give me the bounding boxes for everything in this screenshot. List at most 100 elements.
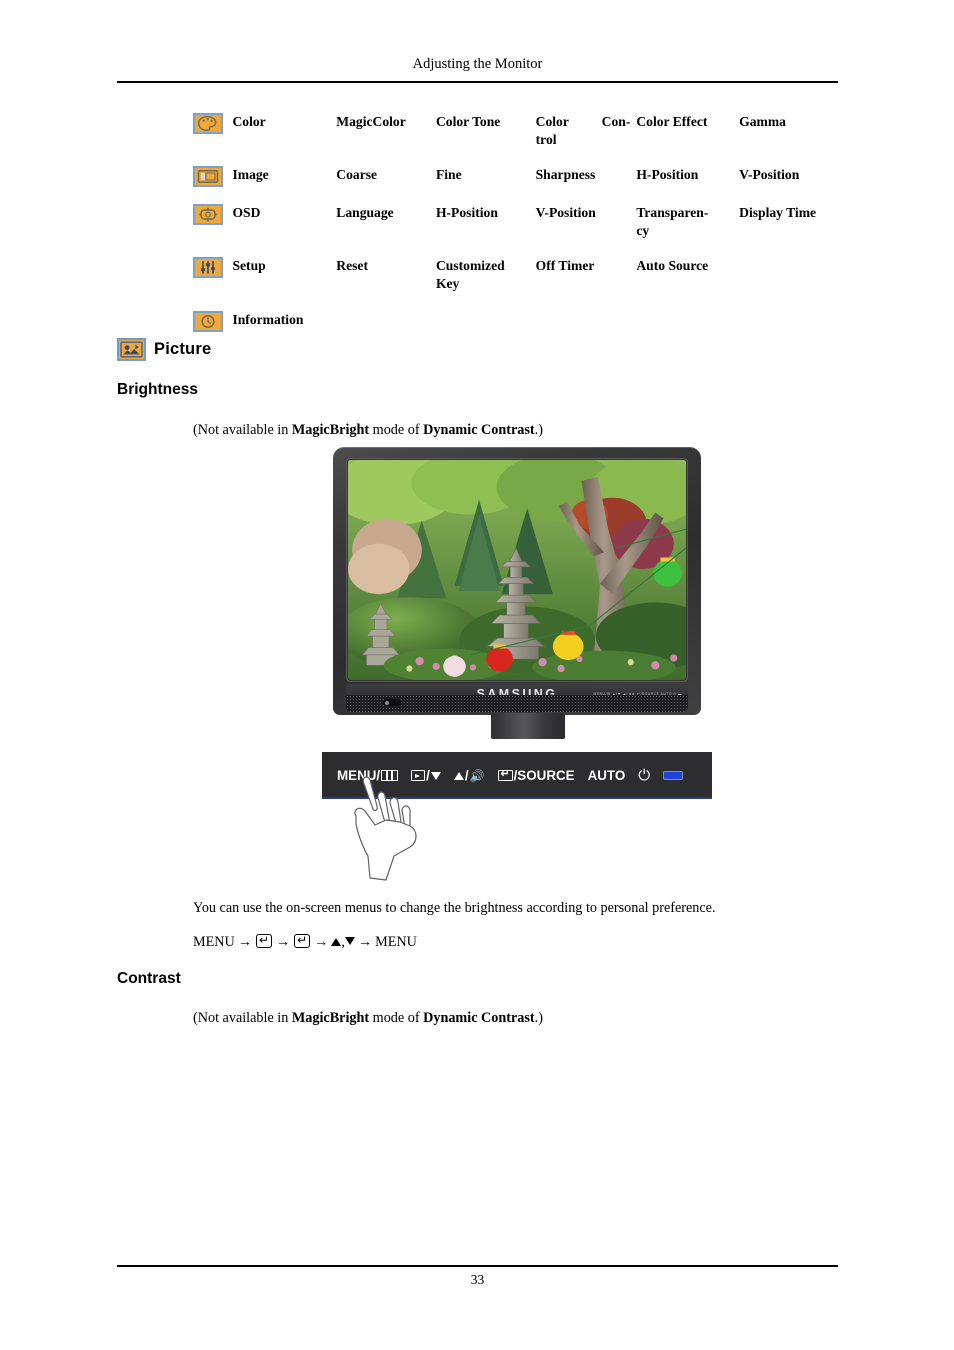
table-row: Color MagicColor Color Tone Color Con- t…: [193, 113, 843, 166]
menu-row-label: Image: [232, 167, 269, 183]
menu-item-line: cy: [636, 223, 650, 239]
running-head: Adjusting the Monitor: [412, 56, 543, 72]
menu-summary-table: Color MagicColor Color Tone Color Con- t…: [193, 113, 843, 349]
menu-item: H-Position: [435, 205, 498, 221]
menu-row-label: Setup: [232, 258, 266, 274]
menu-item-empty: [739, 257, 843, 310]
menu-row-label: OSD: [232, 205, 261, 221]
brightness-heading: Brightness: [117, 381, 198, 398]
garden-photo: [348, 460, 686, 680]
menu-navigation-path: MENU→→→,→MENU: [193, 932, 417, 953]
menu-item-empty: [739, 311, 843, 349]
enter-key-icon: [255, 933, 272, 948]
header-rule: [117, 81, 838, 83]
menu-item: Coarse: [336, 167, 378, 183]
note-prefix: (Not available in: [193, 422, 292, 438]
note-prefix: (Not available in: [193, 1010, 292, 1026]
monitor-stand-neck: [491, 713, 565, 739]
table-row: Setup Reset Customized Key Off Timer Aut…: [193, 257, 843, 310]
down-arrow-icon: [344, 937, 355, 945]
path-end: MENU: [375, 934, 417, 950]
volume-up-button[interactable]: / 🔊: [453, 768, 485, 783]
table-row: Information: [193, 310, 843, 349]
arrow-icon: →: [237, 934, 252, 950]
source-button-label: /SOURCE: [513, 768, 575, 783]
menu-item-empty: [636, 311, 739, 349]
picture-heading-label: Picture: [154, 340, 212, 358]
arrow-icon: →: [275, 934, 291, 950]
picture-section-heading: Picture: [117, 338, 211, 361]
enter-key-icon: [294, 933, 311, 948]
page-number: 33: [470, 1272, 485, 1287]
power-button[interactable]: ⏻: [638, 768, 650, 783]
path-start: MENU: [193, 934, 235, 950]
menu-item: MagicColor: [336, 114, 406, 129]
picture-icon: [117, 338, 146, 361]
brightness-note: (Not available in MagicBright mode of Dy…: [193, 420, 543, 441]
menu-item: Transparen- cy: [636, 204, 739, 257]
chevron-up-icon: [453, 771, 464, 780]
menu-item: Fine: [435, 167, 462, 183]
note-suffix: .): [534, 422, 543, 438]
arrow-icon: →: [357, 934, 373, 950]
slash-separator: /: [464, 768, 469, 783]
monitor-figure: SAMSUNG MENU/▥ ▲/▼ ▲/◄► ↵/SOURCE AUTO ⏻ …: [322, 447, 712, 881]
note-term-dynamic-contrast: Dynamic Contrast: [423, 1010, 535, 1026]
note-term-magicbright: MagicBright: [291, 1010, 370, 1026]
up-arrow-icon: [331, 938, 342, 946]
menu-item-line: Key: [435, 276, 460, 292]
source-button[interactable]: /SOURCE: [497, 768, 575, 783]
contrast-note: (Not available in MagicBright mode of Dy…: [193, 1008, 543, 1029]
menu-item-line: Transparen-: [636, 205, 709, 221]
table-row: Image Coarse Fine Sharpness H-Position V…: [193, 166, 843, 204]
enter-icon: [497, 768, 513, 781]
menu-item: Reset: [336, 258, 368, 274]
menu-item: Sharpness: [535, 167, 596, 183]
menu-item-line: Customized: [435, 258, 505, 274]
menu-row-label: Color: [232, 114, 266, 129]
speaker-icon: 🔊: [469, 768, 485, 783]
sensor-indicator: [383, 699, 401, 706]
note-middle: mode of: [369, 422, 424, 438]
menu-item: H-Position: [636, 167, 699, 183]
footer-rule: [117, 1265, 838, 1267]
brightness-description: You can use the on-screen menus to chang…: [193, 900, 716, 916]
led-icon: [663, 771, 684, 780]
menu-item: Color Tone: [435, 114, 501, 129]
menu-item-empty: [436, 311, 536, 349]
menu-item: Gamma: [739, 114, 786, 129]
menu-item: V-Position: [739, 167, 800, 183]
table-row: OSD Language H-Position V-Position Trans…: [193, 204, 843, 257]
arrow-icon: →: [314, 934, 329, 950]
contrast-heading: Contrast: [117, 970, 181, 987]
note-term-dynamic-contrast: Dynamic Contrast: [423, 422, 535, 438]
menu-item-empty: [536, 311, 637, 349]
menu-item: Customized Key: [436, 257, 536, 310]
menu-item: Auto Source: [636, 258, 709, 274]
auto-button[interactable]: AUTO: [588, 768, 626, 783]
menu-row-label: Information: [232, 311, 304, 327]
power-icon: ⏻: [638, 767, 651, 784]
screen-photo: [348, 460, 686, 680]
osd-icon: [193, 204, 232, 257]
auto-button-label: AUTO: [587, 768, 626, 783]
menu-item: Color Con- trol: [536, 113, 637, 166]
pointing-hand-illustration: [354, 776, 417, 881]
document-page: Adjusting the Monitor 33 Color MagicColo…: [0, 0, 954, 1350]
power-led-indicator: [663, 771, 684, 780]
note-term-magicbright: MagicBright: [291, 422, 370, 438]
monitor-illustration: SAMSUNG MENU/▥ ▲/▼ ▲/◄► ↵/SOURCE AUTO ⏻ …: [333, 447, 701, 739]
monitor-screen-frame: [346, 458, 688, 682]
setup-sliders-icon: [193, 257, 232, 310]
menu-item: Color Effect: [636, 114, 708, 129]
menu-item: Language: [336, 205, 394, 221]
menu-item: Display Time: [739, 205, 817, 221]
menu-item-line: Con-: [601, 114, 631, 129]
note-suffix: .): [534, 1010, 543, 1026]
menu-item: Off Timer: [535, 258, 595, 274]
color-palette-icon: [193, 113, 232, 166]
image-frame-icon: [193, 166, 232, 204]
menu-item-empty: [336, 311, 436, 349]
note-middle: mode of: [369, 1010, 424, 1026]
menu-item-line: Color: [535, 114, 569, 129]
